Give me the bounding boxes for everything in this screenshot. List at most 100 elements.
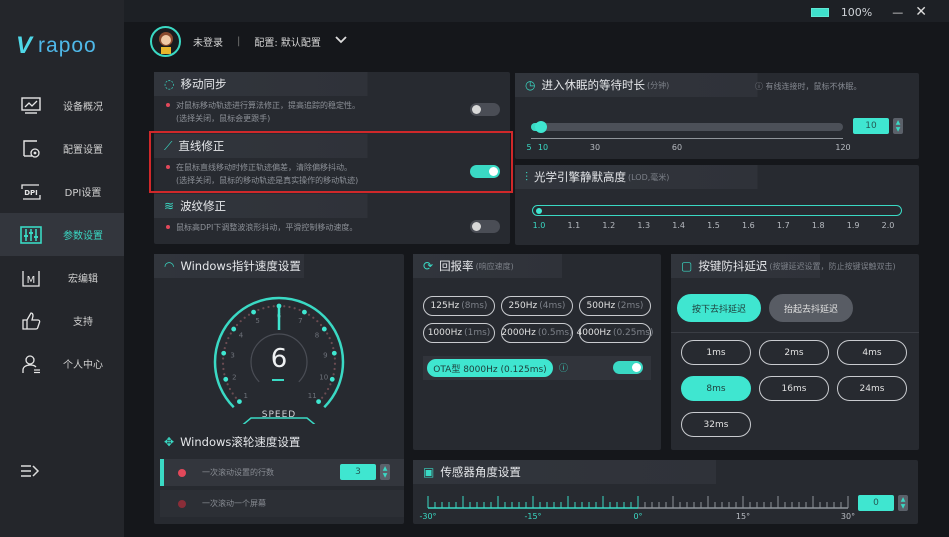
tick-label: 120 [835, 143, 851, 152]
scroll-option-label: 一次滚动设置的行数 [202, 468, 274, 477]
scroll-title-bar: ✥ Windows滚轮速度设置 [154, 430, 404, 454]
sensor-angle-ruler[interactable] [423, 490, 853, 514]
line-correct-icon: ⟋ [164, 138, 173, 153]
polling-rate-option[interactable]: 500Hz (2ms) [579, 296, 651, 316]
sleep-note-text: 有线连接时，鼠标不休眠。 [765, 82, 862, 91]
lod-title: 光学引擎静默高度 [534, 170, 627, 184]
scroll-lines-stepper[interactable]: ▲ ▼ [380, 464, 390, 480]
sidebar-item-dpi[interactable]: DPI DPI设置 [0, 170, 124, 213]
sleep-value-input[interactable]: 10 [853, 118, 889, 134]
rate-hz: 4000Hz [576, 328, 611, 338]
scroll-option-page[interactable]: 一次滚动一个屏幕 [160, 490, 404, 517]
minimize-button[interactable]: — [892, 6, 903, 19]
logo-text: rapoo [38, 34, 97, 57]
menu-collapse-icon[interactable] [20, 463, 40, 483]
polling-title-bar: ⟳ 回报率 (响应速度) [413, 254, 661, 278]
motion-sync-section: ◌ 移动同步 对鼠标移动轨迹进行算法修正，提高追踪的稳定性。 (选择关闭，鼠标会… [154, 72, 510, 128]
sidebar-item-params[interactable]: 参数设置 [0, 213, 124, 256]
debounce-option[interactable]: 24ms [837, 376, 907, 401]
scroll-title: Windows滚轮速度设置 [180, 435, 301, 449]
sleep-ruler [531, 135, 843, 139]
gauge-major-tick [302, 309, 307, 315]
svg-text:DPI: DPI [24, 189, 38, 197]
gauge-minor-tick [272, 305, 275, 308]
ota-toggle[interactable] [613, 361, 643, 374]
login-status[interactable]: 未登录 [193, 34, 223, 49]
gauge-major-tick [321, 326, 327, 332]
rate-hz: 2000Hz [501, 328, 536, 338]
sleep-slider-track[interactable] [531, 123, 843, 131]
debounce-option[interactable]: 16ms [759, 376, 829, 401]
scroll-lines-input[interactable]: 3 [340, 464, 376, 480]
ripple-title-bar: ≋ 波纹修正 [154, 194, 510, 218]
macro-m-icon: M [20, 267, 42, 289]
rapoo-logo: V rapoo [16, 32, 97, 60]
gauge-scale-label: 5 [255, 317, 259, 325]
tab-press-debounce[interactable]: 按下去抖延迟 [677, 294, 761, 322]
motion-sync-toggle[interactable] [470, 103, 500, 116]
rate-ms: (4ms) [539, 301, 566, 311]
debounce-option[interactable]: 8ms [681, 376, 751, 401]
sensor-angle-input[interactable]: 0 [858, 495, 894, 511]
angle-snap-toggle[interactable] [470, 165, 500, 178]
debounce-option[interactable]: 1ms [681, 340, 751, 365]
gauge-minor-tick [316, 320, 319, 323]
sensor-angle-card: ▣ 传感器角度设置 0 ▲ ▼ -30° -15° 0° 15° 30° [413, 460, 918, 524]
motion-settings-card: ◌ 移动同步 对鼠标移动轨迹进行算法修正，提高追踪的稳定性。 (选择关闭，鼠标会… [154, 72, 510, 244]
chevron-down-icon[interactable] [335, 35, 347, 47]
ota-8000hz-button[interactable]: OTA型 8000Hz (0.125ms) [427, 359, 553, 377]
radio-dot-icon [178, 500, 186, 508]
gauge-minor-tick [231, 392, 234, 395]
angle-snap-section: ⟋ 直线修正 在鼠标直线移动时修正轨迹偏差，清除偏移抖动。 (选择关闭，鼠标的移… [154, 134, 510, 194]
sensor-angle-stepper[interactable]: ▲ ▼ [898, 495, 908, 511]
sync-icon: ◌ [164, 77, 175, 91]
avatar[interactable] [150, 25, 181, 57]
desc-line: (选择关闭，鼠标会更跟手) [176, 114, 271, 123]
lod-unit: (LOD,毫米) [628, 172, 670, 182]
lod-slider-track[interactable] [532, 205, 902, 216]
gauge-minor-tick [293, 307, 296, 310]
wave-icon: ≋ [164, 199, 175, 213]
sidebar-item-device-overview[interactable]: 设备概况 [0, 84, 124, 127]
speedometer-icon: ◠ [164, 259, 175, 273]
lod-tick-label: 1.8 [811, 221, 825, 230]
lod-title-bar: ⫶ 光学引擎静默高度 (LOD,毫米) [515, 165, 919, 189]
sensor-tick-label: -30° [419, 512, 437, 521]
profile-selector[interactable]: 配置: 默认配置 [254, 34, 321, 49]
tab-release-debounce[interactable]: 抬起去抖延迟 [769, 294, 853, 322]
angle-snap-title-bar: ⟋ 直线修正 [154, 134, 510, 158]
gauge-major-tick [276, 303, 282, 309]
polling-rate-option[interactable]: 250Hz (4ms) [501, 296, 573, 316]
info-icon[interactable]: ⓘ [559, 361, 568, 374]
sliders-icon [20, 224, 42, 246]
polling-rate-option[interactable]: 125Hz (8ms) [423, 296, 495, 316]
sleep-stepper[interactable]: ▲ ▼ [893, 118, 903, 134]
divider [671, 332, 919, 333]
ripple-toggle[interactable] [470, 220, 500, 233]
gauge-scale-label: 10 [319, 374, 328, 382]
tick-label: 5 [526, 143, 532, 152]
gauge-minor-tick [328, 337, 331, 340]
sidebar-item-user-center[interactable]: 个人中心 [0, 342, 124, 385]
sidebar-item-config[interactable]: 配置设置 [0, 127, 124, 170]
sleep-slider-thumb[interactable] [535, 121, 547, 133]
lod-tick-label: 1.2 [602, 221, 616, 230]
tick-label: 60 [671, 143, 683, 152]
lod-slider-thumb[interactable] [536, 208, 542, 214]
sidebar-item-macro[interactable]: M 宏编辑 [0, 256, 124, 299]
debounce-option[interactable]: 4ms [837, 340, 907, 365]
sidebar-item-support[interactable]: 支持 [0, 299, 124, 342]
dpi-icon: DPI [20, 181, 42, 203]
debounce-option[interactable]: 2ms [759, 340, 829, 365]
polling-rate-option[interactable]: 1000Hz (1ms) [423, 323, 495, 343]
scroll-option-lines[interactable]: 一次滚动设置的行数 3 ▲ ▼ [160, 459, 404, 486]
sensor-tick-label: 30° [840, 512, 856, 521]
polling-rate-option[interactable]: 4000Hz (0.25ms) [576, 323, 653, 343]
gauge-minor-tick [227, 337, 230, 340]
debounce-option[interactable]: 32ms [681, 412, 751, 437]
battery-level: 100% [840, 5, 873, 19]
motion-sync-title: 移动同步 [180, 77, 227, 91]
gauge-major-tick [251, 309, 256, 315]
close-button[interactable]: ✕ [915, 4, 927, 20]
polling-rate-option[interactable]: 2000Hz (0.5ms) [501, 323, 573, 343]
